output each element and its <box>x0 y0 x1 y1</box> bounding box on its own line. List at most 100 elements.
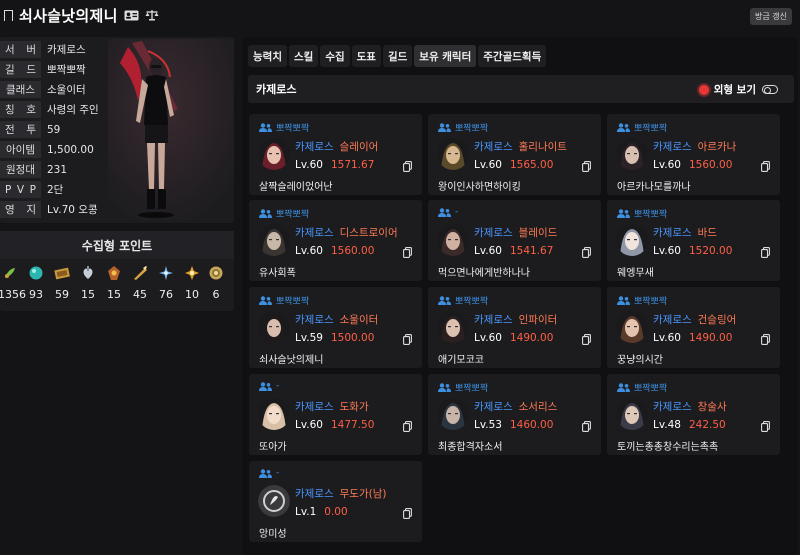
copy-icon[interactable] <box>403 508 412 519</box>
masterpiece-icon[interactable] <box>54 265 70 281</box>
users-icon <box>617 209 630 218</box>
character-card[interactable]: 뽀짝뽀짝 카제로스 디스트로이어 Lv.60 1560.00 유사회폭 <box>249 200 422 281</box>
server-header-bar: 카제로스 외형 보기 <box>248 75 794 103</box>
profile-label-estate: 영지 <box>0 201 41 218</box>
id-card-icon[interactable] <box>124 10 139 21</box>
character-card[interactable]: 뽀짝뽀짝 카제로스 건슬링어 Lv.60 1490.00 꿍냥의시간 <box>607 287 780 368</box>
character-class: 블레이드 <box>518 227 558 239</box>
orpheus-star-icon[interactable] <box>208 265 224 281</box>
character-grid: 뽀짝뽀짝 카제로스 슬레이어 Lv.60 1571.67 살짝슬레이었어난 뽀짝뽀짝 카제로스… <box>249 110 789 550</box>
character-level-line: Lv.60 1565.00 <box>474 159 553 171</box>
character-avatar <box>616 311 648 343</box>
tab-charts[interactable]: 도표 <box>351 45 381 67</box>
copy-icon[interactable] <box>582 247 591 258</box>
character-name: 웨엥무새 <box>617 268 654 279</box>
character-card[interactable]: - 카제로스 무도가(남) Lv.1 0.00 앙미성 <box>249 461 422 542</box>
copy-icon[interactable] <box>582 421 591 432</box>
copy-icon[interactable] <box>403 421 412 432</box>
users-icon <box>259 381 272 391</box>
copy-icon[interactable] <box>761 247 770 258</box>
adventure-book-icon[interactable] <box>132 265 148 281</box>
character-name-title: 쇠사슬낫의제니 <box>19 6 118 25</box>
character-card[interactable]: 뽀짝뽀짝 카제로스 인파이터 Lv.60 1490.00 애기모코코 <box>428 287 601 368</box>
tab-stats[interactable]: 능력치 <box>248 45 287 67</box>
users-icon <box>617 383 630 392</box>
character-avatar <box>258 138 290 170</box>
tab-weekly-gold[interactable]: 주간골드획득 <box>478 45 547 67</box>
character-avatar <box>437 311 469 343</box>
character-item-level: 1571.67 <box>330 159 375 171</box>
refresh-button[interactable]: 방금 갱신 <box>750 8 792 25</box>
character-avatar <box>437 138 469 170</box>
appearance-view-label: 외형 보기 <box>713 84 756 96</box>
character-class: 인파이터 <box>518 314 558 326</box>
profile-row-item-level: 아이템 1,500.00 <box>0 140 94 159</box>
character-level-line: Lv.60 1541.67 <box>474 245 553 257</box>
character-card[interactable]: 뽀짝뽀짝 카제로스 창술사 Lv.48 242.50 토끼는총총창수리는촉촉 <box>607 374 780 455</box>
profile-row-estate: 영지 Lv.70 오콩 <box>0 200 98 219</box>
mokoko-seed-icon[interactable] <box>2 265 18 281</box>
character-class-line: 카제로스 아르카나 <box>653 139 736 154</box>
character-item-level: 1520.00 <box>688 245 733 257</box>
character-guild: 뽀짝뽀짝 <box>259 207 309 220</box>
label-char: 전 <box>5 124 15 136</box>
character-level: Lv.60 <box>474 332 502 344</box>
sea-bounty-icon[interactable] <box>158 265 174 281</box>
collection-value: 15 <box>81 288 95 301</box>
character-card[interactable]: 뽀짝뽀짝 카제로스 소울이터 Lv.59 1500.00 쇠사슬낫의제니 <box>249 287 422 368</box>
copy-icon[interactable] <box>582 161 591 172</box>
collection-value: 59 <box>55 288 69 301</box>
label-char: P <box>29 183 36 196</box>
page-header: 쇠사슬낫의제니 방금 갱신 <box>0 0 800 30</box>
guild-name: - <box>276 381 280 391</box>
character-server: 카제로스 <box>653 314 692 326</box>
label-char: 호 <box>26 104 36 116</box>
copy-icon[interactable] <box>403 247 412 258</box>
copy-icon[interactable] <box>761 334 770 345</box>
profile-label-item-level: 아이템 <box>0 141 41 158</box>
character-level: Lv.60 <box>653 332 681 344</box>
copy-icon[interactable] <box>403 334 412 345</box>
tab-skills[interactable]: 스킬 <box>288 45 319 67</box>
character-card[interactable]: 뽀짝뽀짝 카제로스 소서리스 Lv.53 1460.00 최종합격자소서 <box>428 374 601 455</box>
character-card[interactable]: - 카제로스 블레이드 Lv.60 1541.67 먹으면나에게반하나나 <box>428 200 601 281</box>
character-card[interactable]: - 카제로스 도화가 Lv.60 1477.50 또아가 <box>249 374 422 455</box>
copy-icon[interactable] <box>761 161 770 172</box>
character-card[interactable]: 뽀짝뽀짝 카제로스 홀리나이트 Lv.60 1565.00 왕이인사하면하이킹 <box>428 114 601 195</box>
copy-icon[interactable] <box>403 161 412 172</box>
profile-label-class: 클래스 <box>0 81 41 98</box>
character-avatar <box>258 398 290 430</box>
character-avatar <box>437 224 469 256</box>
copy-icon[interactable] <box>761 421 770 432</box>
character-card[interactable]: 뽀짝뽀짝 카제로스 바드 Lv.60 1520.00 웨엥무새 <box>607 200 780 281</box>
world-tree-leaf-icon[interactable] <box>184 265 200 281</box>
tab-collection[interactable]: 수집 <box>320 45 350 67</box>
ignea-token-icon[interactable] <box>106 265 122 281</box>
character-item-level: 1477.50 <box>330 419 375 431</box>
profile-value-combat: 59 <box>47 123 61 136</box>
tab-guild[interactable]: 길드 <box>382 45 413 67</box>
toggle-switch-icon[interactable] <box>762 85 778 94</box>
character-item-level: 1560.00 <box>688 159 733 171</box>
character-class-line: 카제로스 슬레이어 <box>295 139 378 154</box>
appearance-view-toggle[interactable]: 외형 보기 <box>698 82 778 97</box>
character-class: 슬레이어 <box>339 141 379 153</box>
bookmark-icon[interactable] <box>4 9 13 25</box>
character-avatar <box>616 398 648 430</box>
tab-owned-characters[interactable]: 보유 캐릭터 <box>414 45 477 67</box>
character-card[interactable]: 뽀짝뽀짝 카제로스 아르카나 Lv.60 1560.00 아르카나모를까나 <box>607 114 780 195</box>
profile-value-item-level: 1,500.00 <box>47 143 94 156</box>
label-char: P <box>5 183 12 196</box>
character-server: 카제로스 <box>295 488 334 500</box>
character-card[interactable]: 뽀짝뽀짝 카제로스 슬레이어 Lv.60 1571.67 살짝슬레이었어난 <box>249 114 422 195</box>
character-class: 도화가 <box>339 401 369 413</box>
giant-heart-icon[interactable] <box>80 265 96 281</box>
character-class-line: 카제로스 디스트로이어 <box>295 225 398 240</box>
character-avatar <box>616 138 648 170</box>
copy-icon[interactable] <box>582 334 591 345</box>
island-heart-icon[interactable] <box>28 265 44 281</box>
character-class-line: 카제로스 소울이터 <box>295 312 378 327</box>
character-class-line: 카제로스 블레이드 <box>474 225 557 240</box>
scale-icon[interactable] <box>145 9 159 21</box>
character-guild: - <box>259 468 279 478</box>
